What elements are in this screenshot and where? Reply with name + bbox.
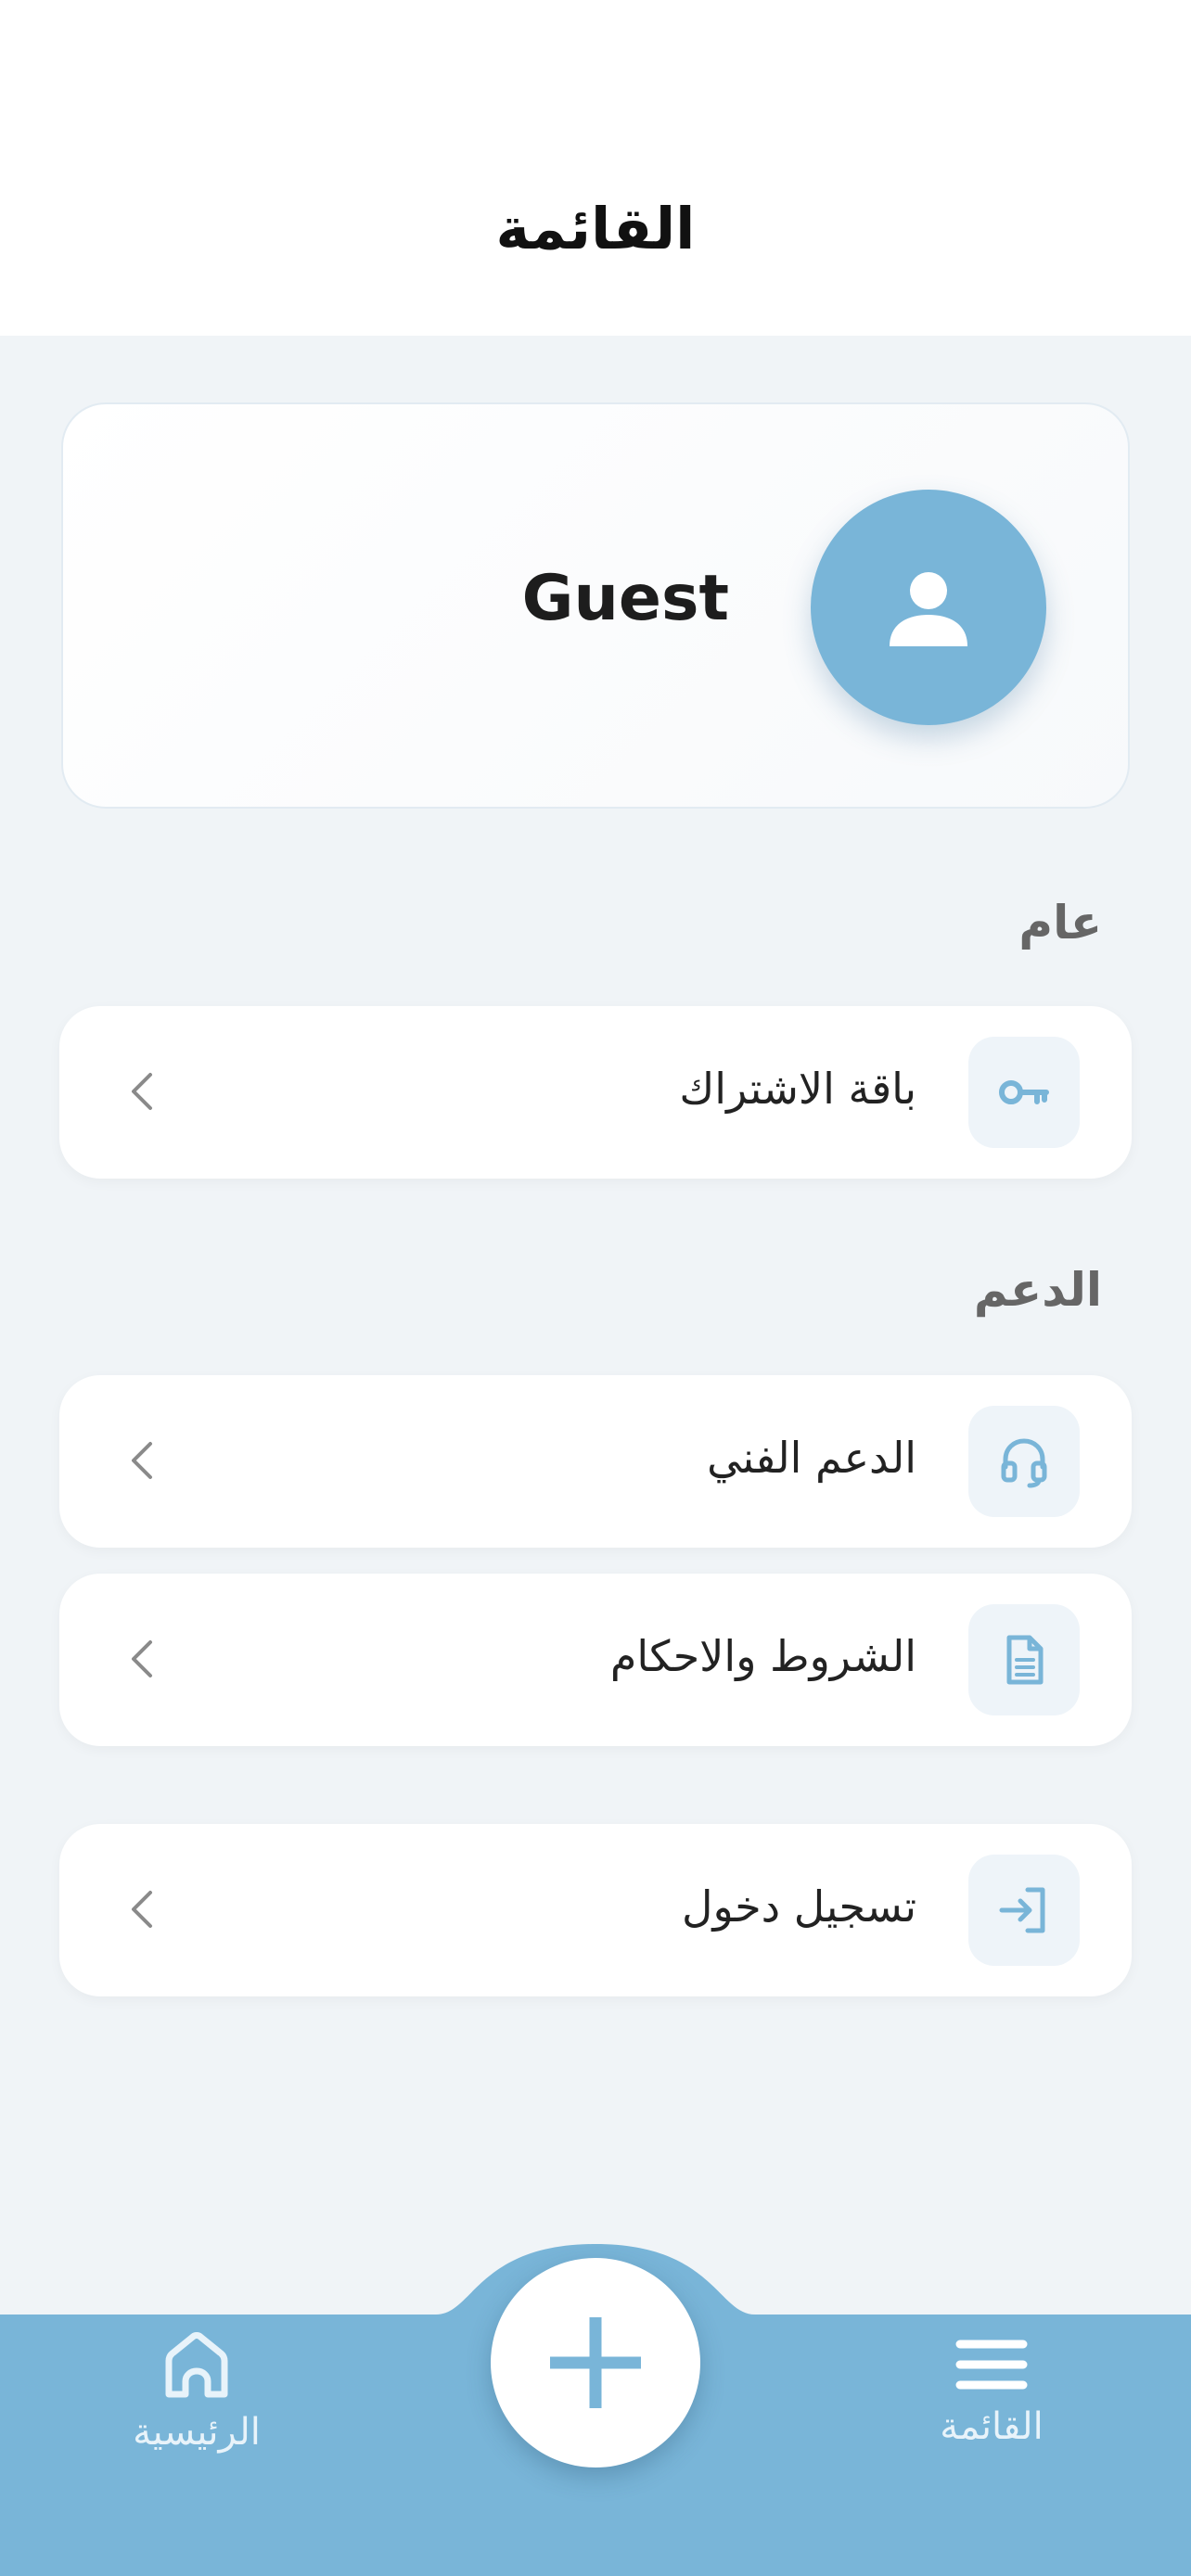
plus-icon bbox=[550, 2317, 641, 2408]
bottom-nav-bar: الرئيسية القائمة bbox=[0, 2244, 1191, 2576]
avatar bbox=[811, 490, 1046, 725]
item-icon-box bbox=[968, 1855, 1080, 1966]
nav-home[interactable]: الرئيسية bbox=[104, 2329, 289, 2454]
menu-item-label: تسجيل دخول bbox=[682, 1881, 916, 1932]
chevron-left-icon bbox=[115, 1433, 171, 1488]
login-icon bbox=[999, 1887, 1045, 1933]
item-icon-box bbox=[968, 1406, 1080, 1517]
add-button[interactable] bbox=[491, 2258, 700, 2468]
nav-menu[interactable]: القائمة bbox=[899, 2335, 1084, 2448]
user-icon bbox=[890, 572, 967, 646]
page-title: القائمة bbox=[495, 195, 696, 262]
chevron-left-icon bbox=[115, 1064, 171, 1119]
menu-item-label: الشروط والاحكام bbox=[609, 1631, 916, 1681]
menu-icon bbox=[955, 2340, 1028, 2390]
headset-icon bbox=[1001, 1438, 1047, 1488]
key-icon bbox=[999, 1080, 1049, 1104]
menu-item-label: باقة الاشتراك bbox=[679, 1064, 916, 1114]
menu-item-technical-support[interactable]: الدعم الفني bbox=[59, 1375, 1132, 1548]
header: القائمة bbox=[0, 0, 1191, 336]
menu-item-terms[interactable]: الشروط والاحكام bbox=[59, 1574, 1132, 1746]
menu-item-login[interactable]: تسجيل دخول bbox=[59, 1824, 1132, 1996]
section-title-general: عام bbox=[1018, 896, 1102, 950]
nav-home-label: الرئيسية bbox=[133, 2411, 261, 2454]
profile-name: Guest bbox=[521, 562, 729, 635]
item-icon-box bbox=[968, 1037, 1080, 1148]
menu-item-label: الدعم الفني bbox=[707, 1433, 916, 1483]
item-icon-box bbox=[968, 1604, 1080, 1715]
menu-item-subscription[interactable]: باقة الاشتراك bbox=[59, 1006, 1132, 1179]
chevron-left-icon bbox=[115, 1881, 171, 1937]
profile-card[interactable]: Guest bbox=[61, 402, 1130, 809]
section-title-support: الدعم bbox=[973, 1263, 1102, 1317]
home-icon bbox=[165, 2332, 228, 2398]
chevron-left-icon bbox=[115, 1631, 171, 1687]
document-icon bbox=[1006, 1635, 1044, 1685]
nav-menu-label: القائمة bbox=[940, 2405, 1044, 2448]
